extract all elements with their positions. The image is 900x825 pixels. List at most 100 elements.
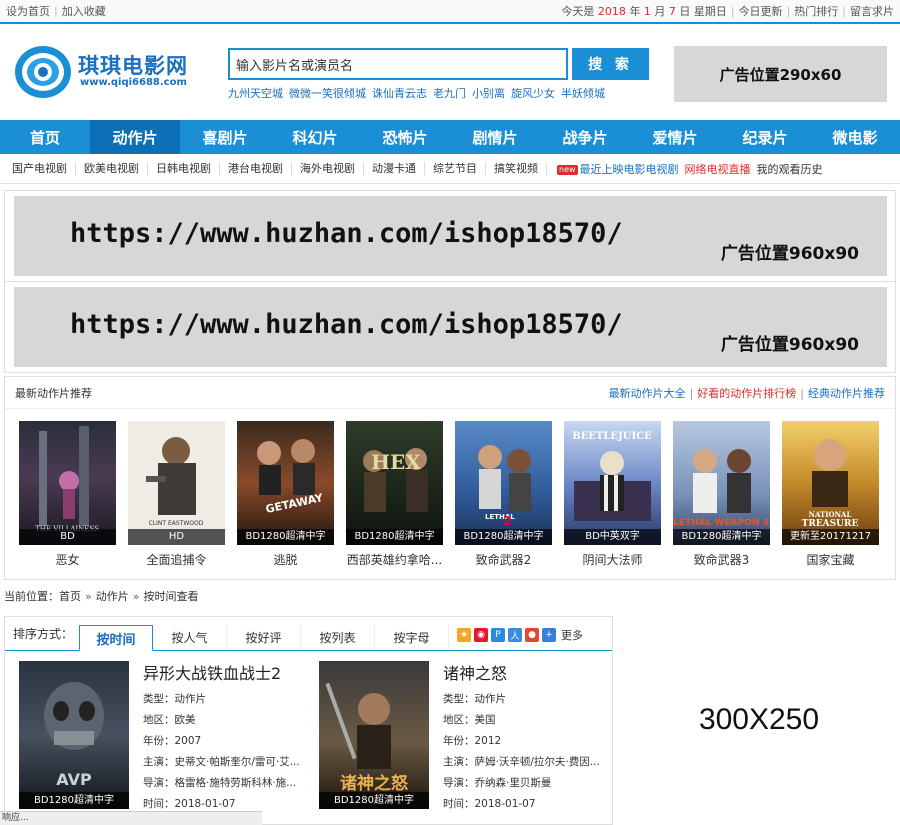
- svg-text:AVP: AVP: [56, 770, 92, 789]
- movie-card[interactable]: LETHAL WEAPON 3 BD1280超清中字 致命武器3: [673, 421, 782, 568]
- weibo-share-icon[interactable]: ◉: [474, 628, 489, 642]
- breadcrumb-home[interactable]: 首页: [59, 590, 81, 603]
- movie-poster[interactable]: HEX BD1280超清中字: [346, 421, 443, 545]
- movie-card[interactable]: THE VILLAINESS BD 恶女: [19, 421, 128, 568]
- breadcrumb-action[interactable]: 动作片: [96, 590, 129, 603]
- hot-link[interactable]: 老九门: [433, 85, 466, 101]
- film-title[interactable]: 诸神之怒: [443, 660, 507, 684]
- sub-nav: 国产电视剧 欧美电视剧 日韩电视剧 港台电视剧 海外电视剧 动漫卡通 综艺节目 …: [0, 154, 900, 184]
- movie-title[interactable]: 逃脱: [237, 551, 334, 568]
- subnav-item[interactable]: 日韩电视剧: [148, 161, 220, 176]
- film-poster[interactable]: 诸神之怒 BD1280超清中字: [319, 661, 429, 809]
- film-item[interactable]: 诸神之怒 BD1280超清中字 诸神之怒 类型：动作片 地区：美国 年份：201…: [305, 651, 605, 821]
- movie-poster[interactable]: CLINT EASTWOOD HD: [128, 421, 225, 545]
- subnav-item[interactable]: 海外电视剧: [292, 161, 364, 176]
- hot-link[interactable]: 半妖倾城: [561, 85, 605, 101]
- tab-by-popularity[interactable]: 按人气: [153, 624, 228, 650]
- movie-poster[interactable]: THE VILLAINESS BD: [19, 421, 116, 545]
- nav-documentary[interactable]: 纪录片: [720, 120, 810, 154]
- more-share-label[interactable]: 更多: [561, 627, 583, 643]
- movie-poster[interactable]: LETHAL 2 BD1280超清中字: [455, 421, 552, 545]
- hot-link[interactable]: 小别离: [472, 85, 505, 101]
- search-button[interactable]: 搜 索: [572, 48, 649, 80]
- subnav-item[interactable]: 欧美电视剧: [76, 161, 148, 176]
- nav-horror[interactable]: 恐怖片: [360, 120, 450, 154]
- banner-ad-2[interactable]: https://www.huzhan.com/ishop18570/ 广告位置9…: [4, 281, 896, 373]
- logo-url: www.qiqi6688.com: [80, 77, 187, 88]
- live-tv-link[interactable]: 网络电视直播: [685, 161, 751, 177]
- add-favorite-link[interactable]: 加入收藏: [62, 5, 106, 18]
- hot-link[interactable]: 微微一笑很倾城: [289, 85, 366, 101]
- latest-tv-link[interactable]: new 最近上映电影电视剧: [557, 161, 679, 177]
- movie-title[interactable]: 国家宝藏: [782, 551, 879, 568]
- movie-card[interactable]: CLINT EASTWOOD HD 全面追捕令: [128, 421, 237, 568]
- movie-card[interactable]: LETHAL 2 BD1280超清中字 致命武器2: [455, 421, 564, 568]
- nav-drama[interactable]: 剧情片: [450, 120, 540, 154]
- request-movie-link[interactable]: 留言求片: [850, 3, 894, 19]
- renren-share-icon[interactable]: 人: [508, 628, 523, 642]
- today-update-link[interactable]: 今日更新: [739, 3, 783, 19]
- svg-text:2: 2: [503, 514, 511, 528]
- film-poster[interactable]: AVP BD1280超清中字: [19, 661, 129, 809]
- nav-micro-film[interactable]: 微电影: [810, 120, 900, 154]
- qq-share-icon[interactable]: P: [491, 628, 506, 642]
- movie-title[interactable]: 恶女: [19, 551, 116, 568]
- nav-action[interactable]: 动作片: [90, 120, 180, 154]
- film-item[interactable]: AVP BD1280超清中字 异形大战铁血战士2 类型：动作片 地区：欧美 年份…: [5, 651, 305, 821]
- subnav-item[interactable]: 搞笑视频: [486, 161, 547, 176]
- watch-history-link[interactable]: 我的观看历史: [757, 161, 823, 177]
- movie-card[interactable]: GETAWAY BD1280超清中字 逃脱: [237, 421, 346, 568]
- quality-badge: HD: [128, 529, 225, 545]
- tab-by-time[interactable]: 按时间: [79, 625, 154, 651]
- film-director: 导演：乔纳森·里贝斯曼: [443, 777, 552, 789]
- banner-ad-1[interactable]: https://www.huzhan.com/ishop18570/ 广告位置9…: [4, 190, 896, 282]
- film-type: 类型：动作片: [443, 693, 506, 705]
- movie-poster[interactable]: NATIONAL TREASURE 更新至20171217: [782, 421, 879, 545]
- tab-by-letter[interactable]: 按字母: [375, 624, 450, 650]
- film-info: 类型：动作片 地区：美国 年份：2012 主演：萨姆·沃辛顿/拉尔夫·费因...…: [443, 689, 605, 815]
- subnav-item[interactable]: 动漫卡通: [364, 161, 425, 176]
- qzone-share-icon[interactable]: ★: [457, 628, 472, 642]
- hot-link[interactable]: 诛仙青云志: [372, 85, 427, 101]
- set-home-link[interactable]: 设为首页: [6, 5, 50, 18]
- classic-action-link[interactable]: 经典动作片推荐: [808, 387, 885, 400]
- movie-poster[interactable]: GETAWAY BD1280超清中字: [237, 421, 334, 545]
- hot-link[interactable]: 九州天空城: [228, 85, 283, 101]
- movie-card[interactable]: BEETLEJUICE BD中英双字 阴间大法师: [564, 421, 673, 568]
- side-ad[interactable]: 300X250: [622, 615, 896, 825]
- nav-comedy[interactable]: 喜剧片: [180, 120, 270, 154]
- latest-action-link[interactable]: 最新动作片大全: [609, 387, 686, 400]
- subnav-item[interactable]: 国产电视剧: [4, 161, 76, 176]
- film-region: 地区：欧美: [143, 714, 196, 726]
- subnav-item[interactable]: 港台电视剧: [220, 161, 292, 176]
- film-title[interactable]: 异形大战铁血战士2: [143, 660, 281, 684]
- quality-badge: 更新至20171217: [782, 529, 879, 545]
- movie-card[interactable]: NATIONAL TREASURE 更新至20171217 国家宝藏: [782, 421, 891, 568]
- action-rank-link[interactable]: 好看的动作片排行榜: [697, 387, 796, 400]
- nav-scifi[interactable]: 科幻片: [270, 120, 360, 154]
- header-ad[interactable]: 广告位置290x60: [674, 46, 887, 102]
- site-logo[interactable]: 琪琪电影网 www.qiqi6688.com: [14, 44, 204, 100]
- movie-poster[interactable]: BEETLEJUICE BD中英双字: [564, 421, 661, 545]
- movie-card[interactable]: HEX BD1280超清中字 西部英雄约拿哈...: [346, 421, 455, 568]
- nav-war[interactable]: 战争片: [540, 120, 630, 154]
- movie-title[interactable]: 西部英雄约拿哈...: [346, 551, 443, 568]
- hot-link[interactable]: 旋风少女: [511, 85, 555, 101]
- search-input[interactable]: 输入影片名或演员名: [228, 48, 568, 80]
- nav-home[interactable]: 首页: [0, 120, 90, 154]
- more-share-icon[interactable]: +: [542, 628, 557, 642]
- nav-romance[interactable]: 爱情片: [630, 120, 720, 154]
- movie-title[interactable]: 致命武器3: [673, 551, 770, 568]
- hot-rank-link[interactable]: 热门排行: [794, 3, 838, 19]
- film-director: 导演：格雷格·施特劳斯科林·施...: [143, 777, 297, 789]
- movie-title[interactable]: 阴间大法师: [564, 551, 661, 568]
- tencent-weibo-share-icon[interactable]: ●: [525, 628, 540, 642]
- movie-poster[interactable]: LETHAL WEAPON 3 BD1280超清中字: [673, 421, 770, 545]
- movie-title[interactable]: 全面追捕令: [128, 551, 225, 568]
- header: 琪琪电影网 www.qiqi6688.com 输入影片名或演员名 搜 索 九州天…: [0, 24, 900, 120]
- tab-by-list[interactable]: 按列表: [301, 624, 376, 650]
- movie-title[interactable]: 致命武器2: [455, 551, 552, 568]
- tab-by-rating[interactable]: 按好评: [227, 624, 302, 650]
- subnav-item[interactable]: 综艺节目: [425, 161, 486, 176]
- film-year: 年份：2007: [143, 735, 202, 747]
